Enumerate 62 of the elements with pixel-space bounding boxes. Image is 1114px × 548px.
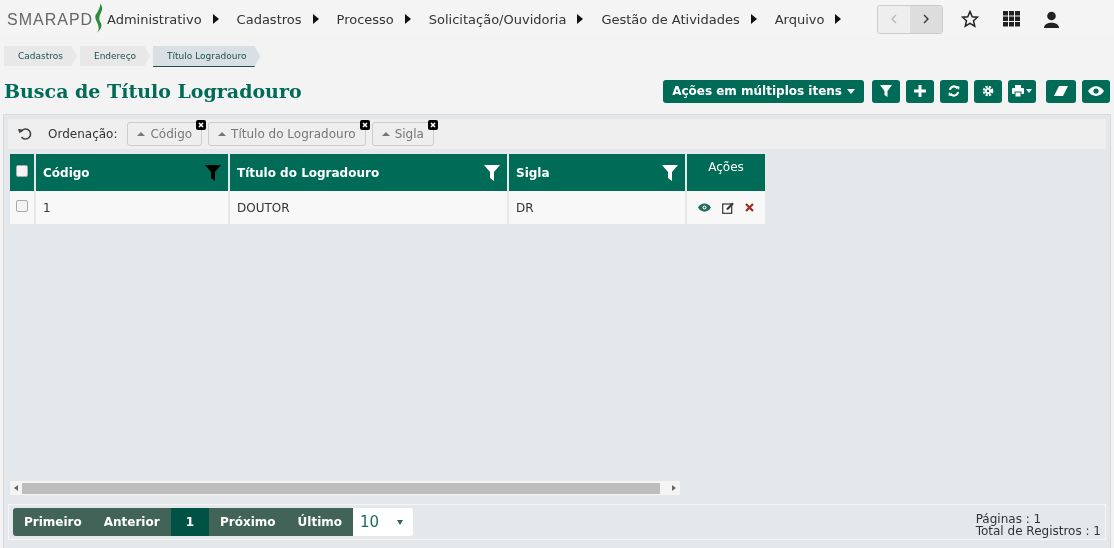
chevron-right-icon <box>922 14 931 24</box>
filter-icon[interactable] <box>662 164 678 181</box>
column-header[interactable]: Código <box>43 165 90 180</box>
nav-menu[interactable]: Processo <box>336 11 411 27</box>
breadcrumb-item[interactable]: Endereço <box>79 46 151 66</box>
column-header[interactable]: Sigla <box>516 165 550 180</box>
pagination-button[interactable]: Próximo <box>209 508 287 536</box>
delete-icon[interactable] <box>745 203 754 212</box>
filter-button[interactable] <box>872 79 900 103</box>
plus-icon <box>914 85 926 97</box>
breadcrumb-item[interactable]: Título Logradouro <box>153 46 261 67</box>
pagination-button[interactable]: Anterior <box>92 508 171 536</box>
user-icon[interactable] <box>1044 10 1060 28</box>
eye-button[interactable] <box>1082 79 1110 103</box>
sort-chip[interactable]: Sigla <box>371 122 434 146</box>
horizontal-scrollbar[interactable] <box>10 481 680 495</box>
table-cell: 1 <box>43 200 51 215</box>
edit-icon[interactable] <box>722 201 734 214</box>
pagination-button[interactable]: Último <box>286 508 354 536</box>
bulk-actions-button[interactable]: Ações em múltiplos itens <box>663 79 864 103</box>
select-all-checkbox[interactable] <box>16 165 28 177</box>
row-checkbox[interactable] <box>16 200 28 212</box>
record-count: Total de Registros : 1 <box>975 525 1101 537</box>
sort-chip[interactable]: Título do Logradouro <box>208 122 366 146</box>
sort-chip[interactable]: Código <box>127 122 203 146</box>
apps-grid-icon[interactable] <box>1003 11 1021 27</box>
remove-icon[interactable] <box>427 120 438 130</box>
view-icon[interactable] <box>698 203 711 212</box>
chevron-left-icon <box>890 14 899 24</box>
table-cell: DR <box>516 200 534 215</box>
eraser-icon <box>1054 86 1068 96</box>
gear-button[interactable] <box>974 79 1002 103</box>
pagination-button[interactable]: Primeiro <box>13 508 93 536</box>
gear-icon <box>982 85 994 97</box>
nav-menu[interactable]: Gestão de Atividades <box>601 11 757 27</box>
nav-menu[interactable]: Cadastros <box>236 11 319 27</box>
page-count: Páginas : 1 <box>975 513 1042 525</box>
refresh-button[interactable] <box>940 79 968 103</box>
logo-text: SMARAPD <box>7 11 94 29</box>
remove-icon[interactable] <box>196 120 207 130</box>
undo-icon[interactable] <box>18 127 32 141</box>
star-icon[interactable] <box>961 10 980 28</box>
breadcrumb-item[interactable]: Cadastros <box>4 46 77 66</box>
page-size-select[interactable]: 10 <box>353 508 414 536</box>
nav-menu[interactable]: Arquivo <box>774 11 842 27</box>
filter-icon[interactable] <box>484 164 500 181</box>
sort-label: Ordenação: <box>48 127 118 141</box>
plus-button[interactable] <box>906 79 934 103</box>
table-cell: DOUTOR <box>237 200 290 215</box>
refresh-icon <box>948 85 960 97</box>
page-title: Busca de Título Logradouro <box>4 80 302 102</box>
nav-menu[interactable]: Solicitação/Ouvidoria <box>428 11 584 27</box>
print-button[interactable] <box>1008 79 1036 103</box>
nav-menu[interactable]: Administrativo <box>107 11 219 27</box>
remove-icon[interactable] <box>359 120 370 130</box>
printer-icon <box>1012 85 1032 97</box>
pagination-button[interactable]: 1 <box>170 508 209 536</box>
eye-icon <box>1088 86 1104 96</box>
filter-icon <box>880 85 892 97</box>
filter-icon[interactable] <box>205 164 221 181</box>
column-header: Ações <box>708 160 744 174</box>
eraser-button[interactable] <box>1046 79 1076 103</box>
